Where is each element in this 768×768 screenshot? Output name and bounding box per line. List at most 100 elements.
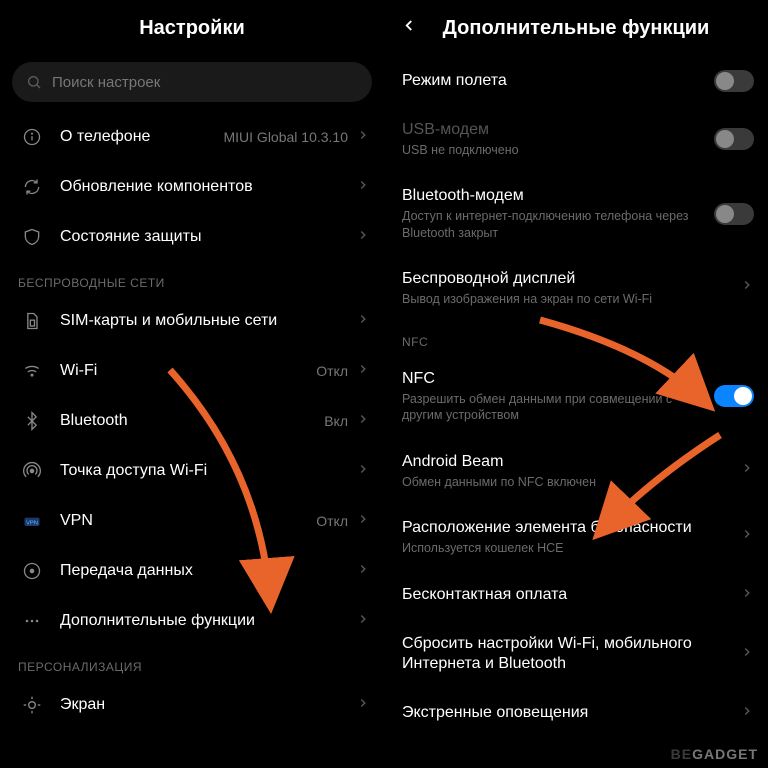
detail-row-top-1[interactable]: USB-модем USB не подключено bbox=[384, 106, 768, 172]
chevron-right-icon bbox=[356, 312, 370, 331]
left-title-row: Настройки bbox=[0, 0, 384, 56]
watermark: BEGADGET bbox=[671, 746, 758, 762]
row-subtitle: USB не подключено bbox=[402, 142, 714, 158]
bt-icon bbox=[18, 411, 46, 431]
toggle-switch[interactable] bbox=[714, 128, 754, 150]
detail-row-bottom-4[interactable]: Экстренные оповещения bbox=[384, 688, 768, 738]
detail-row-bottom-3[interactable]: Сбросить настройки Wi-Fi, мобильного Инт… bbox=[384, 620, 768, 688]
chevron-right-icon bbox=[356, 128, 370, 147]
back-button[interactable] bbox=[400, 17, 418, 40]
row-subtitle: Доступ к интернет-подключению телефона ч… bbox=[402, 208, 714, 241]
settings-main-pane: Настройки Поиск настроек О телефонеMIUI … bbox=[0, 0, 384, 768]
detail-row-top-0[interactable]: Режим полета bbox=[384, 56, 768, 106]
chevron-right-icon bbox=[740, 461, 754, 480]
additional-functions-pane: Дополнительные функции Режим полета USB-м… bbox=[384, 0, 768, 768]
chevron-left-icon bbox=[400, 17, 418, 35]
detail-row-top-2[interactable]: Bluetooth-модемДоступ к интернет-подключ… bbox=[384, 172, 768, 255]
row-subtitle: Обмен данными по NFC включен bbox=[402, 474, 740, 490]
detail-row-bottom-2[interactable]: Бесконтактная оплата bbox=[384, 570, 768, 620]
setting-row-wireless-4[interactable]: VPNVPNОткл bbox=[0, 496, 384, 546]
chevron-right-icon bbox=[740, 704, 754, 723]
setting-row-wireless-6[interactable]: Дополнительные функции bbox=[0, 596, 384, 646]
chevron-right-icon bbox=[356, 512, 370, 531]
detail-row-top-3[interactable]: Беспроводной дисплей Вывод изображения на… bbox=[384, 255, 768, 321]
row-value: Откл bbox=[316, 513, 348, 529]
info-icon bbox=[18, 127, 46, 147]
row-label: NFC bbox=[402, 369, 714, 389]
chevron-right-icon bbox=[356, 562, 370, 581]
shield-icon bbox=[18, 227, 46, 247]
detail-row-bottom-0[interactable]: Android Beam Обмен данными по NFC включен bbox=[384, 438, 768, 504]
sim-icon bbox=[18, 311, 46, 331]
chevron-right-icon bbox=[740, 645, 754, 664]
chevron-right-icon bbox=[356, 696, 370, 715]
more-icon bbox=[18, 611, 46, 631]
svg-text:VPN: VPN bbox=[26, 520, 38, 526]
chevron-right-icon bbox=[356, 362, 370, 381]
wifi-icon bbox=[18, 361, 46, 381]
row-label: Бесконтактная оплата bbox=[402, 585, 740, 605]
row-label: SIM-карты и мобильные сети bbox=[60, 311, 356, 331]
section-wireless: БЕСПРОВОДНЫЕ СЕТИ bbox=[0, 262, 384, 296]
left-title: Настройки bbox=[139, 17, 245, 40]
row-label: Android Beam bbox=[402, 452, 740, 472]
hotspot-icon bbox=[18, 461, 46, 481]
row-subtitle: Вывод изображения на экран по сети Wi-Fi bbox=[402, 291, 740, 307]
setting-row-wireless-3[interactable]: Точка доступа Wi-Fi bbox=[0, 446, 384, 496]
search-icon bbox=[26, 74, 42, 90]
right-title: Дополнительные функции bbox=[443, 17, 710, 40]
refresh-icon bbox=[18, 177, 46, 197]
setting-row-wireless-5[interactable]: Передача данных bbox=[0, 546, 384, 596]
search-placeholder: Поиск настроек bbox=[52, 74, 160, 91]
right-title-row: Дополнительные функции bbox=[384, 0, 768, 56]
row-label: Состояние защиты bbox=[60, 227, 356, 247]
row-label: Точка доступа Wi-Fi bbox=[60, 461, 356, 481]
detail-row-nfc-0[interactable]: NFCРазрешить обмен данными при совмещени… bbox=[384, 355, 768, 438]
chevron-right-icon bbox=[356, 412, 370, 431]
row-label: О телефоне bbox=[60, 127, 223, 147]
setting-row-wireless-2[interactable]: BluetoothВкл bbox=[0, 396, 384, 446]
section-nfc: NFC bbox=[384, 321, 768, 355]
row-label: Сбросить настройки Wi-Fi, мобильного Инт… bbox=[402, 634, 740, 674]
row-value: Откл bbox=[316, 363, 348, 379]
row-value: Вкл bbox=[324, 413, 348, 429]
setting-row-wireless-0[interactable]: SIM-карты и мобильные сети bbox=[0, 296, 384, 346]
setting-row-top-0[interactable]: О телефонеMIUI Global 10.3.10 bbox=[0, 112, 384, 162]
row-label: Передача данных bbox=[60, 561, 356, 581]
row-label: USB-модем bbox=[402, 120, 714, 140]
chevron-right-icon bbox=[356, 178, 370, 197]
setting-row-top-2[interactable]: Состояние защиты bbox=[0, 212, 384, 262]
toggle-switch[interactable] bbox=[714, 203, 754, 225]
chevron-right-icon bbox=[740, 278, 754, 297]
data-icon bbox=[18, 561, 46, 581]
vpn-icon: VPN bbox=[18, 511, 46, 531]
chevron-right-icon bbox=[356, 462, 370, 481]
row-label: Режим полета bbox=[402, 71, 714, 91]
row-label: Bluetooth bbox=[60, 411, 324, 431]
chevron-right-icon bbox=[740, 527, 754, 546]
toggle-switch[interactable] bbox=[714, 385, 754, 407]
row-label: Экстренные оповещения bbox=[402, 703, 740, 723]
display-icon bbox=[18, 695, 46, 715]
toggle-switch[interactable] bbox=[714, 70, 754, 92]
chevron-right-icon bbox=[356, 228, 370, 247]
row-label: Обновление компонентов bbox=[60, 177, 356, 197]
row-label: Беспроводной дисплей bbox=[402, 269, 740, 289]
row-subtitle: Используется кошелек HCE bbox=[402, 540, 740, 556]
detail-row-bottom-1[interactable]: Расположение элемента безопасности Исполь… bbox=[384, 504, 768, 570]
chevron-right-icon bbox=[356, 612, 370, 631]
row-label: Wi-Fi bbox=[60, 361, 316, 381]
row-label: VPN bbox=[60, 511, 316, 531]
row-label: Bluetooth-модем bbox=[402, 186, 714, 206]
row-label: Расположение элемента безопасности bbox=[402, 518, 740, 538]
row-subtitle: Разрешить обмен данными при совмещении с… bbox=[402, 391, 714, 424]
chevron-right-icon bbox=[740, 586, 754, 605]
row-value: MIUI Global 10.3.10 bbox=[223, 129, 348, 145]
section-personalization: ПЕРСОНАЛИЗАЦИЯ bbox=[0, 646, 384, 680]
row-label: Дополнительные функции bbox=[60, 611, 356, 631]
row-label: Экран bbox=[60, 695, 356, 715]
search-input[interactable]: Поиск настроек bbox=[12, 62, 372, 102]
setting-row-pers-0[interactable]: Экран bbox=[0, 680, 384, 730]
setting-row-wireless-1[interactable]: Wi-FiОткл bbox=[0, 346, 384, 396]
setting-row-top-1[interactable]: Обновление компонентов bbox=[0, 162, 384, 212]
